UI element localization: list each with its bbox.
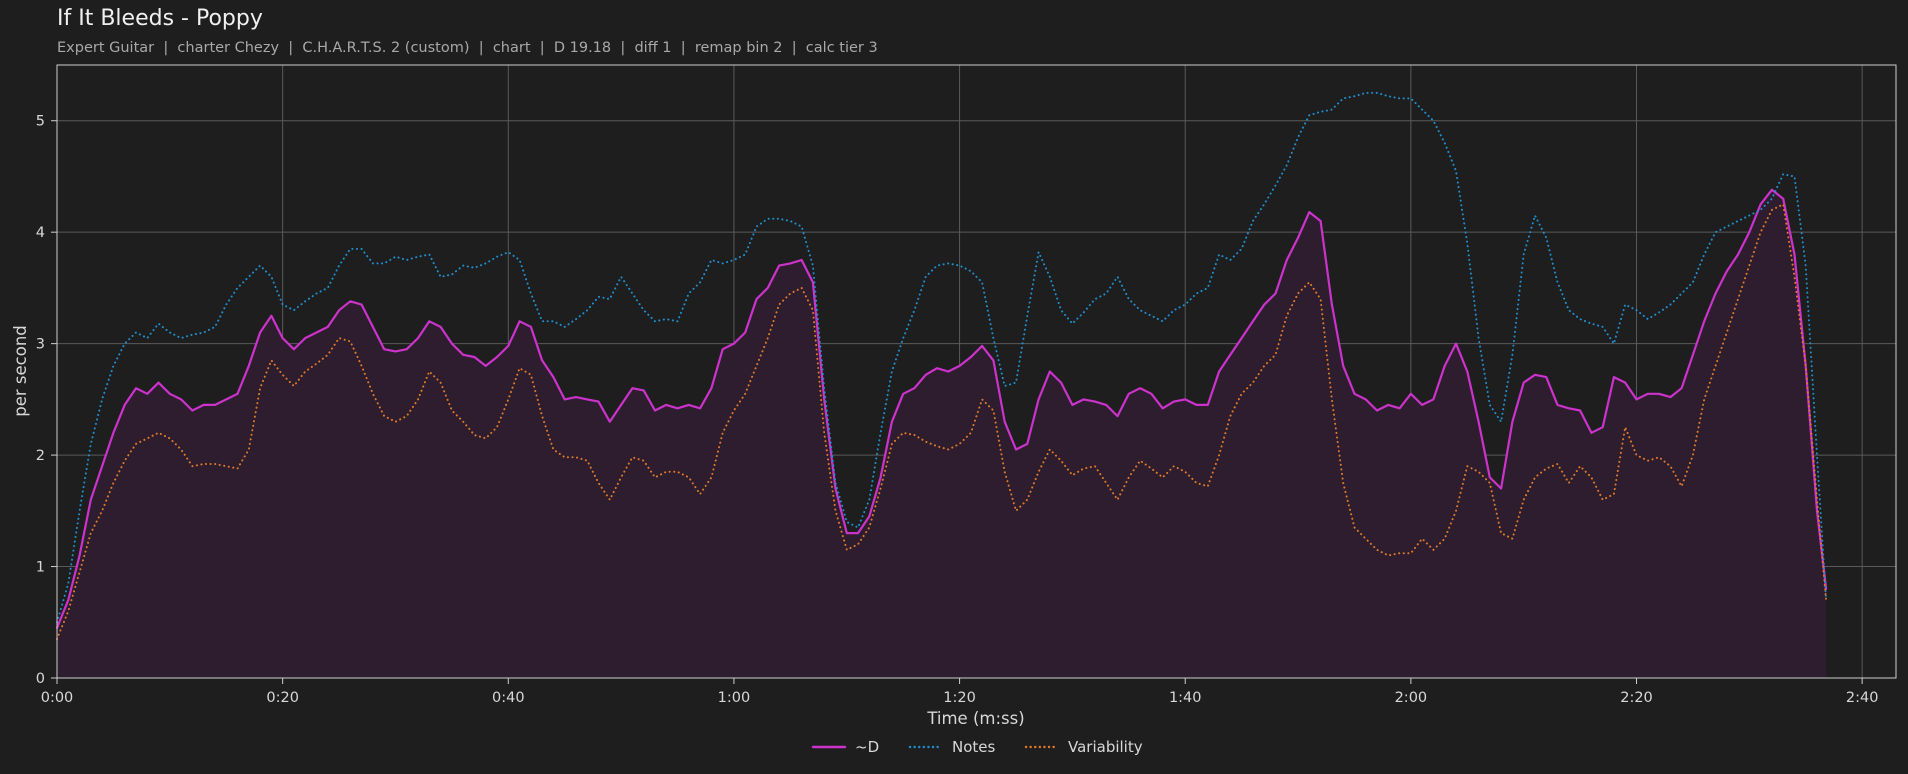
- y-axis-ticks: 0 1 2 3 4 5: [36, 114, 57, 687]
- y-tick-label: 1: [36, 560, 45, 576]
- y-tick-label: 5: [36, 114, 45, 130]
- y-tick-label: 4: [36, 225, 45, 241]
- line-chart: 0:00 0:20 0:40 1:00 1:20 1:40 2:00 2:20 2:40 0 1 2…: [11, 64, 1897, 756]
- x-axis-label: Time (m:ss): [926, 709, 1024, 728]
- x-tick-label: 1:00: [718, 690, 751, 706]
- legend-label-d: ~D: [855, 738, 879, 756]
- series-fill-areas: [57, 189, 1827, 679]
- legend-label-notes: Notes: [952, 738, 996, 756]
- x-tick-label: 1:20: [943, 690, 976, 706]
- series-area-d: [57, 189, 1827, 679]
- y-tick-label: 0: [36, 671, 45, 687]
- x-tick-label: 2:20: [1620, 690, 1653, 706]
- y-axis-label: per second: [11, 325, 30, 417]
- x-tick-label: 0:00: [41, 690, 74, 706]
- legend-label-variability: Variability: [1068, 738, 1143, 756]
- x-tick-label: 0:20: [266, 690, 299, 706]
- x-tick-label: 1:40: [1169, 690, 1202, 706]
- y-tick-label: 2: [36, 448, 45, 464]
- y-tick-label: 3: [36, 337, 45, 353]
- x-tick-label: 2:40: [1846, 690, 1879, 706]
- x-axis-ticks: 0:00 0:20 0:40 1:00 1:20 1:40 2:00 2:20 2:40: [41, 678, 1879, 706]
- x-tick-label: 2:00: [1395, 690, 1428, 706]
- x-tick-label: 0:40: [492, 690, 525, 706]
- legend: ~D Notes Variability: [811, 738, 1143, 756]
